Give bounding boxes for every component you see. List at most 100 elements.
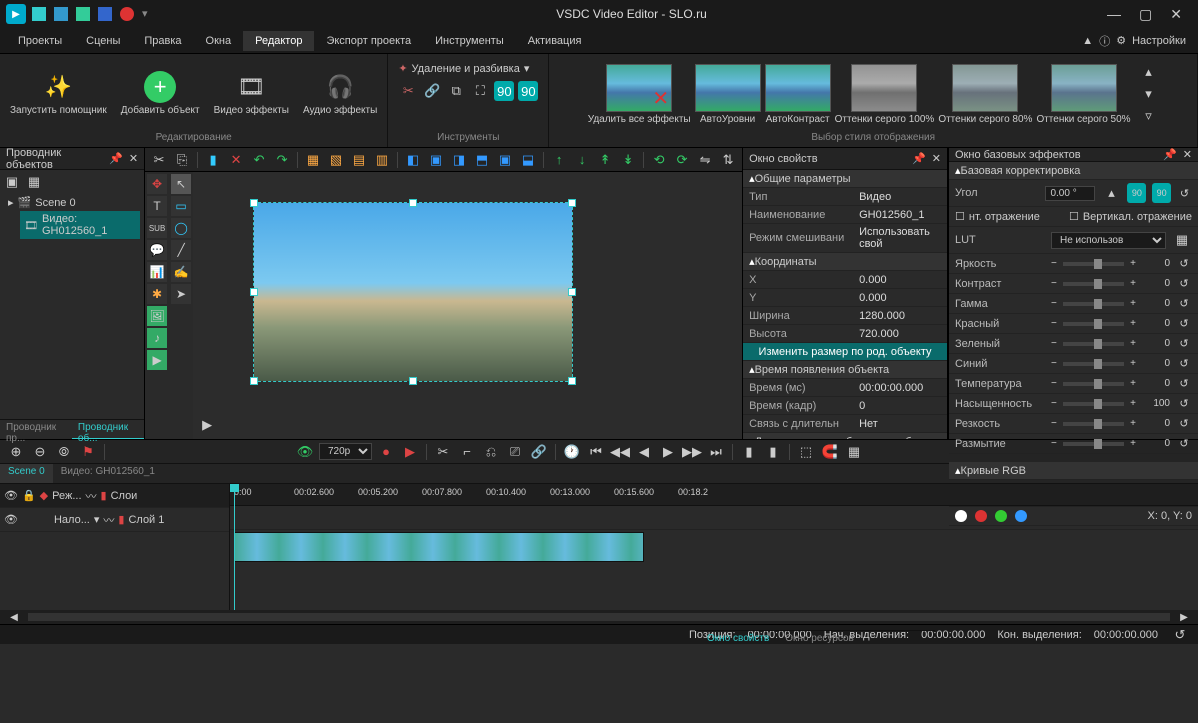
tl-scroll-left-icon[interactable]: ◀ [4,607,24,627]
props-tab-resources[interactable]: Окно ресурсов [777,631,862,650]
tl-clock-icon[interactable]: 🕐 [562,442,582,462]
polyline-tool-icon[interactable]: ✍ [171,262,191,282]
prop-height-value[interactable]: 720.000 [853,326,947,342]
tl-marker-icon[interactable]: ⚑ [78,442,98,462]
prop-width-value[interactable]: 1280.000 [853,308,947,324]
style-expand-icon[interactable]: ▿ [1139,106,1159,126]
rot90cw-icon[interactable]: 90 [1152,183,1171,203]
image-tool-icon[interactable]: 🖼 [147,306,167,326]
qat-dropdown-icon[interactable]: ▾ [142,7,156,21]
tl-fit-icon[interactable]: ⦾ [54,442,74,462]
rot90ccw-icon[interactable]: 90 [1127,183,1146,203]
tl-last-icon[interactable]: ⏭ [706,442,726,462]
subtitle-tool-icon[interactable]: SUB [147,218,167,238]
tl-razor-icon[interactable]: ⌐ [457,442,477,462]
shape-tool-icon[interactable]: 💬 [147,240,167,260]
track-lock-icon[interactable]: 🔒 [22,489,36,502]
rotate-ccw-icon[interactable]: ⟲ [649,150,669,170]
tl-record-icon[interactable]: ● [376,442,396,462]
props-close-icon[interactable]: ✕ [932,152,941,165]
fx-reset-2[interactable]: ↺ [1176,297,1192,310]
distribute-icon[interactable]: ▥ [372,150,392,170]
tl-zoom-out-icon[interactable]: ⊖ [30,442,50,462]
fx-reset-1[interactable]: ↺ [1176,277,1192,290]
pin-icon[interactable]: 📌 [109,152,123,165]
prop-link-value[interactable]: Нет [853,416,947,432]
fx-reset-3[interactable]: ↺ [1176,317,1192,330]
rgb-curves-header[interactable]: ▴ Кривые RGB [949,462,1198,480]
timeline-playhead[interactable] [234,484,235,610]
status-reset-icon[interactable]: ↺ [1170,625,1190,645]
canvas-play-icon[interactable]: ▶ [197,415,217,435]
fx-reset-8[interactable]: ↺ [1176,417,1192,430]
tl-fwd-icon[interactable]: ▶ [658,442,678,462]
add-object-button[interactable]: +Добавить объект [117,69,204,119]
style-autolevels[interactable]: АвтоУровни [695,64,761,125]
qat-new-icon[interactable] [32,7,46,21]
select-all-icon[interactable]: ▦ [303,150,323,170]
canvas[interactable]: ▶ [193,172,742,439]
delete-split-row[interactable]: ✦Удаление и разбивка▾ [398,62,529,75]
prop-y-value[interactable]: 0.000 [853,290,947,306]
align-bottom-icon[interactable]: ⬓ [518,150,538,170]
angle-up-icon[interactable]: ▴ [1101,183,1121,203]
undo-icon[interactable]: ↶ [249,150,269,170]
tl-cut-icon[interactable]: ✂ [433,442,453,462]
style-gray80[interactable]: Оттенки серого 80% [938,64,1032,125]
prop-blend-value[interactable]: Использовать свой [853,224,947,252]
cut-icon[interactable]: ✂ [398,81,418,101]
row-eye-icon[interactable]: 👁 [4,513,18,526]
props-pin-icon[interactable]: 📌 [912,152,926,165]
timeline-tab-video[interactable]: Видео: GH012560_1 [53,464,163,483]
track-eye-icon[interactable]: 👁 [4,489,18,502]
fx-close-icon[interactable]: ✕ [1183,148,1192,161]
pointer-tool-icon[interactable]: ↖ [171,174,191,194]
prop-x-value[interactable]: 0.000 [853,272,947,288]
tl-mark-out-icon[interactable]: ▮ [763,442,783,462]
preview-resolution-select[interactable]: 720p [319,443,372,460]
basic-correction-header[interactable]: ▴ Базовая корректировка [949,162,1198,180]
vflip-checkbox[interactable]: ☐Вертикал. отражение [1069,210,1192,223]
timeline-tracks-area[interactable]: 0:00 00:02.600 00:05.200 00:07.800 00:10… [230,484,1198,610]
delete-icon[interactable]: ✕ [226,150,246,170]
minimize-button[interactable]: — [1107,6,1121,23]
video-tool-icon[interactable]: ▶ [147,350,167,370]
menu-edit[interactable]: Правка [132,31,193,51]
slider-6[interactable] [1063,382,1124,386]
tl-trim-icon[interactable]: ⎚ [505,442,525,462]
style-scroll-down-icon[interactable]: ▾ [1139,84,1159,104]
style-remove-all[interactable]: ✕Удалить все эффекты [588,64,691,125]
rotate-cw-icon[interactable]: ⟳ [672,150,692,170]
fx-reset-0[interactable]: ↺ [1176,257,1192,270]
timeline-track-row[interactable]: 👁 Нало... ▾ 〰 ▮ Слой 1 [0,508,229,532]
explorer-tab-objects[interactable]: Проводник об... [72,420,144,439]
align-middle-icon[interactable]: ▣ [495,150,515,170]
qat-export-icon[interactable] [98,7,112,21]
lut-browse-icon[interactable]: ▦ [1172,230,1192,250]
hflip-checkbox[interactable]: ☐нт. отражение [955,210,1040,223]
help-icon[interactable]: ▲ [1082,35,1093,47]
lut-select[interactable]: Не использов [1051,232,1166,249]
tl-eye-icon[interactable]: 👁 [295,442,315,462]
prop-time-frame[interactable]: 0 [853,398,947,414]
props-general-header[interactable]: ▴ Общие параметры [743,170,947,188]
timeline-ruler[interactable]: 0:00 00:02.600 00:05.200 00:07.800 00:10… [230,484,1198,506]
settings-label[interactable]: Настройки [1132,35,1186,47]
video-effects-button[interactable]: 🎞Видео эффекты [210,69,293,119]
rotate-right-icon[interactable]: 90 [518,81,538,101]
marker-tool-icon[interactable]: ✱ [147,284,167,304]
menu-export[interactable]: Экспорт проекта [314,31,423,51]
arrow-tool-icon[interactable]: ➤ [171,284,191,304]
props-duration-header[interactable]: ▴ Длительность отображения объек [743,433,947,439]
timeline-clip[interactable] [234,532,644,562]
gear-icon[interactable]: ⚙ [1116,34,1126,47]
tl-magnet-icon[interactable]: 🧲 [820,442,840,462]
slider-3[interactable] [1063,322,1124,326]
row-color-icon[interactable]: ▮ [118,513,124,526]
resize-icon[interactable]: ⛶ [470,81,490,101]
props-coords-header[interactable]: ▴ Координаты [743,253,947,271]
track-wave-icon[interactable]: 〰 [86,488,97,504]
tl-snap-icon[interactable]: ⬚ [796,442,816,462]
prop-name-value[interactable]: GH012560_1 [853,207,947,223]
align-icon[interactable]: ▤ [349,150,369,170]
